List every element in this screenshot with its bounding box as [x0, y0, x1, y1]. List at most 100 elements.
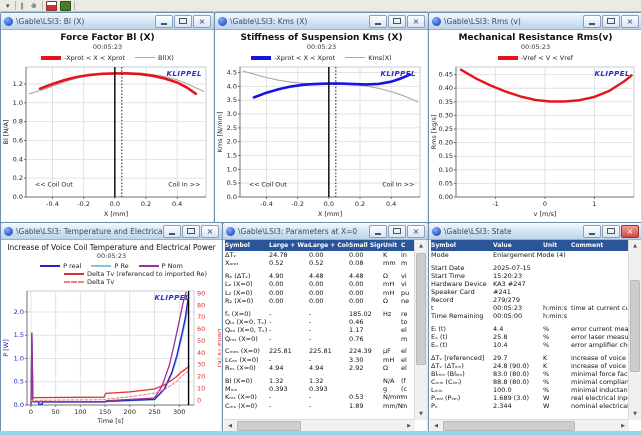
titlebar[interactable]: \Gable\LSI3: Temperature and Electrical … [1, 223, 222, 240]
maximize-button[interactable] [174, 15, 192, 28]
table-row[interactable]: t00:05:23h:min:stime at current cursor p… [431, 304, 641, 312]
close-button[interactable]: × [201, 225, 219, 238]
svg-text:0.0: 0.0 [13, 193, 23, 201]
maximize-button[interactable] [388, 15, 406, 28]
export-tool-icon[interactable] [60, 1, 71, 11]
svg-text:P [W]: P [W] [2, 339, 10, 357]
maximize-button[interactable] [182, 225, 200, 238]
table-row[interactable]: Time Remaining00:05:00h:min:s [431, 312, 641, 320]
maximize-button[interactable] [388, 225, 406, 238]
maximize-button[interactable] [602, 225, 620, 238]
table-row[interactable]: ΔTᵥ24.780.000.00Kin [225, 251, 417, 259]
table-row[interactable]: Lcₑₛ (X=0)--3.30mHel [225, 356, 417, 364]
table-row[interactable]: Cₘᵢₙ (Cₗᵢₘ)88.8 (80.0)%minimal complianc… [431, 378, 641, 386]
titlebar[interactable]: \Gable\LSI3: Bl (X) × [1, 13, 214, 30]
scroll-down-icon[interactable]: ▼ [629, 408, 641, 420]
svg-text:KLIPPEL: KLIPPEL [381, 70, 417, 78]
legend-item: P Re [91, 262, 128, 270]
table-row[interactable]: Blₘᵢₙ (Blₗᵢₘ)83.0 (80.0)%minimal force f… [431, 370, 641, 378]
chart-title: Force Factor Bl (X) [2, 33, 213, 43]
pause-icon[interactable]: ∥ [19, 1, 27, 11]
legend-swatch [64, 273, 84, 275]
table-row[interactable]: Bl (X=0)1.321.32N/A(f [225, 377, 417, 385]
table-row[interactable]: Mₘₛ0.3930.393g(c [225, 385, 417, 393]
scrollbar-thumb[interactable] [237, 421, 301, 431]
svg-text:50: 50 [197, 337, 205, 345]
table-row[interactable]: fₛ (X=0)--185.02Hzre [225, 310, 417, 318]
scrollbar-thumb[interactable] [416, 253, 426, 365]
svg-text:2.0: 2.0 [14, 308, 24, 316]
svg-text:Kms [N/mm]: Kms [N/mm] [216, 112, 224, 153]
table-row[interactable]: Cₘₛ (X=0)--1.89mm/Nm [225, 402, 417, 410]
svg-text:3.5: 3.5 [227, 96, 237, 104]
svg-text:0: 0 [543, 200, 547, 208]
table-row[interactable]: Pₙ2.344Wnominal electrical input power (… [431, 402, 641, 410]
window-title: \Gable\LSI3: Temperature and Electrical … [16, 227, 163, 236]
table-row[interactable]: Xₚᵣₒₜ0.520.520.08mmm [225, 259, 417, 267]
scroll-down-icon[interactable]: ▼ [415, 408, 427, 420]
titlebar[interactable]: \Gable\LSI3: Kms (X) × [215, 13, 428, 30]
close-button[interactable]: × [621, 15, 639, 28]
close-button[interactable]: × [407, 225, 425, 238]
maximize-button[interactable] [602, 15, 620, 28]
table-row[interactable]: Lₘᵢₙ100.0%minimal inductance ratio [431, 386, 641, 394]
table-row[interactable]: R₂ (X=0)0.000.000.00Ωne [225, 297, 417, 305]
minimize-button[interactable] [155, 15, 173, 28]
table-row[interactable]: Pᵣₑₐₗ (Pₗᵢₘ)1.689 (3.0)Wreal electrical … [431, 394, 641, 402]
vertical-scrollbar[interactable]: ▲ ▼ [628, 240, 641, 420]
svg-text:0.40: 0.40 [439, 84, 453, 92]
titlebar[interactable]: \Gable\LSI3: Parameters at X=0 × [223, 223, 428, 240]
close-button[interactable]: × [621, 225, 639, 238]
legend-swatch [251, 56, 271, 60]
svg-text:0.4: 0.4 [172, 200, 182, 208]
table-row[interactable]: Start Date2025-07-15 [431, 264, 641, 272]
svg-text:2.5: 2.5 [227, 124, 237, 132]
table-row[interactable]: Eᵢ (t)4.4%error current measurement [431, 325, 641, 333]
kms-chart[interactable]: -0.4-0.20.00.20.40.00.51.01.52.02.53.03.… [216, 63, 427, 218]
close-button[interactable]: × [407, 15, 425, 28]
minimize-button[interactable] [583, 15, 601, 28]
table-row[interactable]: Speaker Card#241 [431, 288, 641, 296]
temperature-power-chart[interactable]: 0501001502002503000.00.51.01.52.00102030… [2, 287, 221, 425]
table-row[interactable]: Kₘₛ (X=0)--0.53N/mmm [225, 393, 417, 401]
table-row[interactable]: Rₑₛ (X=0)4.944.942.92Ωel [225, 364, 417, 372]
table-row[interactable]: ΔTᵥ [referenced]29.7Kincrease of voice c… [431, 354, 641, 362]
legend-item: Bl(X) [135, 54, 174, 62]
table-row[interactable]: Lₑ (X=0)0.000.000.00mHvi [225, 280, 417, 288]
titlebar[interactable]: \Gable\LSI3: State × [429, 223, 641, 240]
scroll-up-icon[interactable]: ▲ [415, 240, 427, 252]
table-row[interactable]: Record279/279 [431, 296, 641, 304]
stop-icon[interactable]: ⊗ [29, 1, 39, 11]
close-button[interactable]: × [193, 15, 211, 28]
table-row[interactable]: Hardware DeviceKA3 #247 [431, 280, 641, 288]
scrollbar-thumb[interactable] [630, 280, 640, 372]
window-title: \Gable\LSI3: Bl (X) [16, 17, 155, 26]
svg-text:80: 80 [197, 301, 205, 309]
window-kms-x: \Gable\LSI3: Kms (X) × Stiffness of Susp… [214, 12, 429, 223]
titlebar[interactable]: \Gable\LSI3: Rms (v) × [429, 13, 641, 30]
minimize-button[interactable] [163, 225, 181, 238]
scroll-up-icon[interactable]: ▲ [629, 240, 641, 252]
app-icon [4, 227, 13, 236]
table-row[interactable]: Cₘₑₛ (X=0)225.81225.81224.39µFel [225, 347, 417, 355]
chart-tool-icon[interactable] [46, 1, 57, 11]
table-row[interactable]: ΔTᵥ (ΔTₗᵢₘ)24.8 (90.0)Kincrease of voice… [431, 362, 641, 370]
table-row[interactable]: Eᵤ (t)10.4%error amplifier check [431, 341, 641, 349]
dropdown-button[interactable]: ▾ [4, 1, 12, 11]
bl-chart[interactable]: -0.4-0.20.00.20.40.00.20.40.60.81.01.2X … [2, 63, 213, 218]
minimize-button[interactable] [369, 225, 387, 238]
table-row[interactable]: Qₑₛ (X=0, Tᵥ)--1.17el [225, 326, 417, 334]
table-row[interactable]: Qₘₛ (X=0)--0.76m [225, 335, 417, 343]
minimize-button[interactable] [583, 225, 601, 238]
table-row[interactable]: Rₑ (ΔTᵥ)4.904.484.48Ωvi [225, 272, 417, 280]
rms-chart[interactable]: -1010.000.050.100.150.200.250.300.350.40… [430, 63, 641, 218]
table-row[interactable]: Qₜₛ (X=0, Tᵥ)--0.46to [225, 318, 417, 326]
svg-text:0.05: 0.05 [439, 179, 453, 187]
table-row[interactable]: L₂ (X=0)0.000.000.00mHpu [225, 289, 417, 297]
table-row[interactable]: Start Time15:20:23 [431, 272, 641, 280]
vertical-scrollbar[interactable]: ▲ ▼ [414, 240, 427, 420]
scrollbar-thumb[interactable] [443, 421, 575, 431]
table-row[interactable]: Eₓ (t)25.8%error laser measurement [431, 333, 641, 341]
minimize-button[interactable] [369, 15, 387, 28]
table-row[interactable]: ModeEnlargement Mode (4) [431, 251, 641, 259]
